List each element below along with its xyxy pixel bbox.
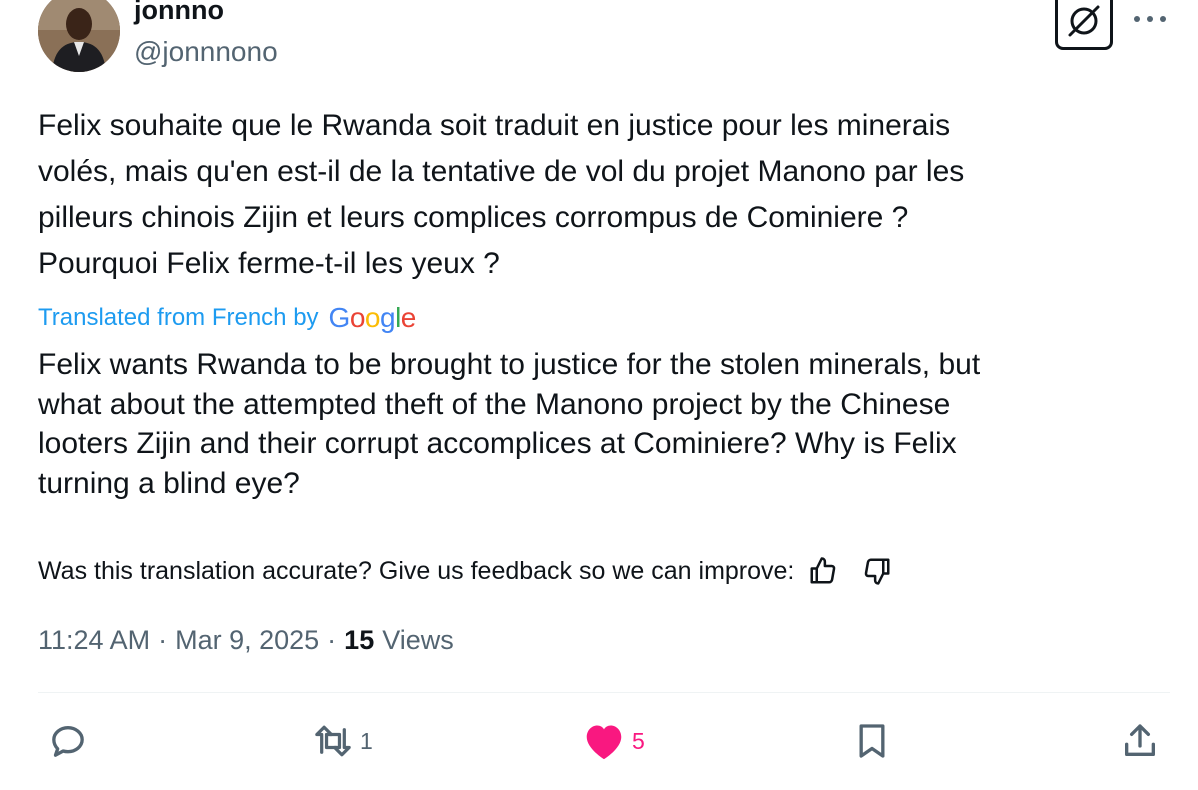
grok-button[interactable] xyxy=(1055,0,1113,50)
views-label[interactable]: Views xyxy=(382,625,454,656)
like-count: 5 xyxy=(632,727,645,754)
thumbs-up-button[interactable] xyxy=(806,554,840,588)
repost-button[interactable]: 1 xyxy=(312,718,373,764)
thumbs-down-button[interactable] xyxy=(860,554,894,588)
reply-button[interactable] xyxy=(48,718,94,764)
thumbs-up-icon xyxy=(810,557,836,584)
share-icon xyxy=(1125,724,1155,756)
repost-icon xyxy=(315,725,351,757)
repost-count: 1 xyxy=(360,727,373,754)
translation-feedback: Was this translation accurate? Give us f… xyxy=(38,552,894,590)
like-button[interactable]: 5 xyxy=(582,718,645,764)
translated-text: Felix wants Rwanda to be brought to just… xyxy=(38,348,981,500)
more-button[interactable] xyxy=(1130,4,1170,34)
bookmark-icon xyxy=(859,724,885,758)
grok-icon xyxy=(1068,5,1100,37)
feedback-prompt: Was this translation accurate? Give us f… xyxy=(38,556,795,585)
avatar[interactable] xyxy=(38,0,120,72)
author-handle[interactable]: @jonnnono xyxy=(134,34,278,70)
divider xyxy=(38,692,1170,693)
meta-separator: · xyxy=(158,624,168,655)
tweet-meta: 11:24 AM · Mar 9, 2025 · 15 Views xyxy=(38,620,454,660)
reply-icon xyxy=(52,726,84,757)
tweet-text: Felix souhaite que le Rwanda soit tradui… xyxy=(38,109,965,280)
heart-filled-icon xyxy=(586,725,622,760)
bookmark-button[interactable] xyxy=(852,718,892,764)
translated-from-label[interactable]: Translated from French by xyxy=(38,304,319,332)
more-horizontal-icon xyxy=(1134,16,1166,22)
share-button[interactable] xyxy=(1120,718,1160,764)
translation-attribution: Translated from French by Google xyxy=(38,300,416,336)
profile-photo xyxy=(38,0,120,72)
author-display-name[interactable]: jonnno xyxy=(134,0,224,28)
views-count[interactable]: 15 xyxy=(344,625,374,656)
thumbs-down-icon xyxy=(865,558,890,585)
tweet-time[interactable]: 11:24 AM xyxy=(38,625,150,656)
google-logo: Google xyxy=(328,302,417,333)
tweet-date[interactable]: Mar 9, 2025 xyxy=(175,625,319,656)
meta-separator: · xyxy=(327,624,337,655)
